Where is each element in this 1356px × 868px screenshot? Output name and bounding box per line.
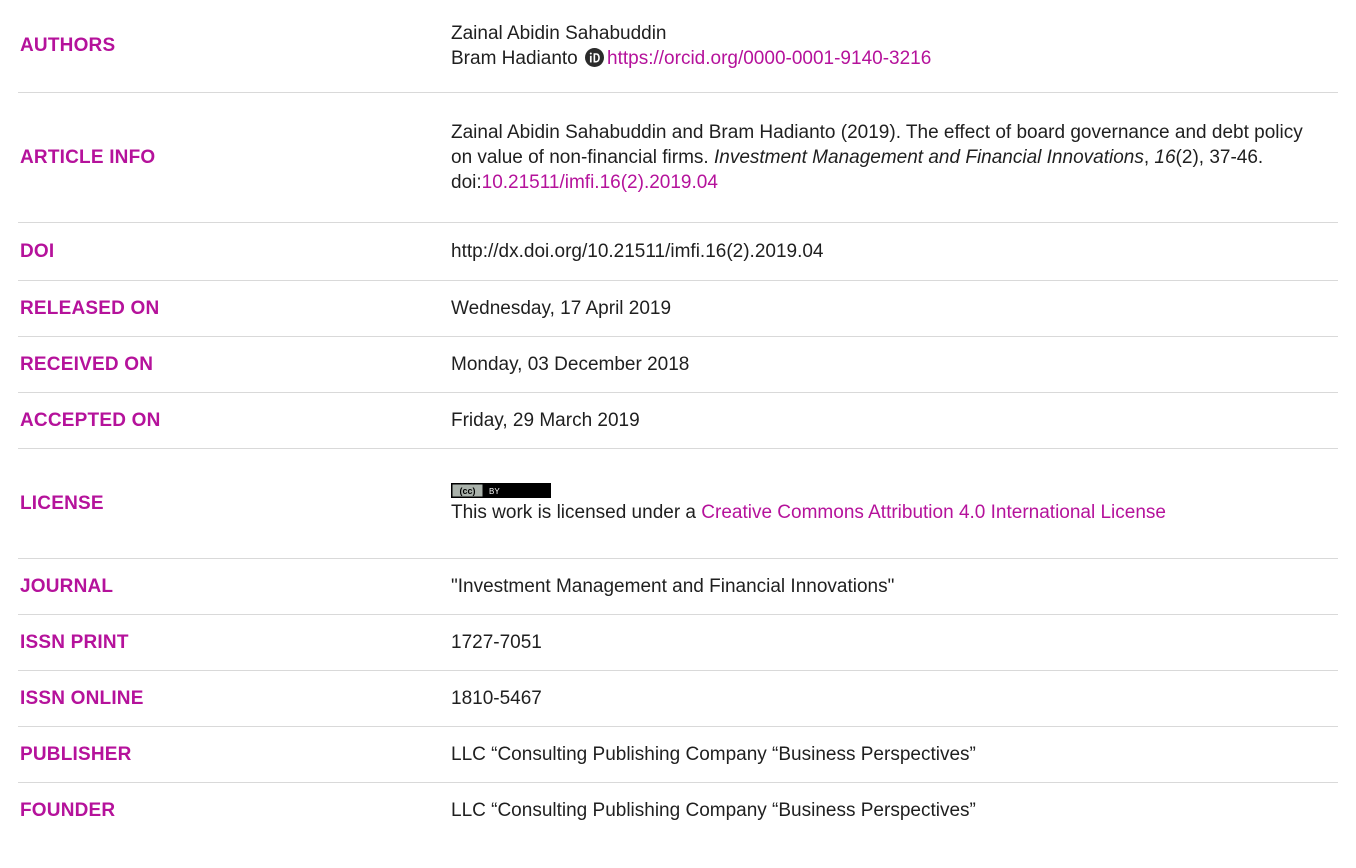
- publisher-label: PUBLISHER: [20, 743, 132, 765]
- license-text: This work is licensed under a: [451, 502, 702, 523]
- orcid-link[interactable]: https://orcid.org/0000-0001-9140-3216: [607, 48, 931, 69]
- founder-label: FOUNDER: [20, 799, 116, 821]
- row-journal: JOURNAL "Investment Management and Finan…: [18, 558, 1338, 614]
- citation-doi-link[interactable]: 10.21511/imfi.16(2).2019.04: [482, 172, 718, 193]
- license-label: LICENSE: [20, 492, 104, 514]
- article-info-value: Zainal Abidin Sahabuddin and Bram Hadian…: [451, 92, 1338, 222]
- authors-label: AUTHORS: [20, 35, 116, 57]
- row-publisher: PUBLISHER LLC “Consulting Publishing Com…: [18, 726, 1338, 782]
- issn-online-label: ISSN ONLINE: [20, 687, 144, 709]
- row-article-info: ARTICLE INFO Zainal Abidin Sahabuddin an…: [18, 92, 1338, 222]
- doi-label: DOI: [20, 240, 55, 262]
- released-on-label: RELEASED ON: [20, 297, 160, 319]
- journal-value: "Investment Management and Financial Inn…: [451, 575, 895, 597]
- article-info-page: AUTHORS Zainal Abidin Sahabuddin Bram Ha…: [0, 0, 1356, 868]
- by-text: BY: [489, 487, 500, 496]
- row-issn-print: ISSN PRINT 1727-7051: [18, 614, 1338, 670]
- accepted-on-value: Friday, 29 March 2019: [451, 409, 640, 431]
- founder-value: LLC “Consulting Publishing Company “Busi…: [451, 799, 976, 821]
- license-link[interactable]: Creative Commons Attribution 4.0 Interna…: [701, 502, 1166, 523]
- issn-print-value: 1727-7051: [451, 631, 542, 653]
- received-on-value: Monday, 03 December 2018: [451, 353, 690, 375]
- accepted-on-label: ACCEPTED ON: [20, 409, 161, 431]
- row-doi: DOI http://dx.doi.org/10.21511/imfi.16(2…: [18, 222, 1338, 280]
- cc-text: (cc): [459, 486, 475, 496]
- row-issn-online: ISSN ONLINE 1810-5467: [18, 670, 1338, 726]
- row-license: LICENSE (cc) BY This work is licensed un…: [18, 448, 1338, 558]
- orcid-icon[interactable]: [585, 47, 605, 67]
- author-name: Zainal Abidin Sahabuddin: [451, 22, 667, 44]
- publisher-value: LLC “Consulting Publishing Company “Busi…: [451, 743, 976, 765]
- citation-journal: Investment Management and Financial Inno…: [713, 146, 1144, 168]
- released-on-value: Wednesday, 17 April 2019: [451, 297, 672, 319]
- issn-print-label: ISSN PRINT: [20, 631, 129, 653]
- doi-value: http://dx.doi.org/10.21511/imfi.16(2).20…: [451, 240, 824, 262]
- issn-online-value: 1810-5467: [451, 687, 542, 709]
- author-name: Bram Hadianto: [451, 47, 578, 69]
- journal-label: JOURNAL: [20, 575, 114, 597]
- row-accepted-on: ACCEPTED ON Friday, 29 March 2019: [18, 392, 1338, 448]
- citation-doi-prefix: doi:: [451, 171, 482, 193]
- authors-value: Zainal Abidin Sahabuddin Bram Hadianto h…: [451, 0, 1338, 92]
- row-released-on: RELEASED ON Wednesday, 17 April 2019: [18, 280, 1338, 336]
- article-info-label: ARTICLE INFO: [20, 146, 156, 168]
- citation-volume: 16: [1154, 146, 1176, 168]
- license-value: (cc) BY This work is licensed under a Cr…: [451, 448, 1338, 558]
- citation-separator: ,: [1143, 146, 1155, 168]
- row-authors: AUTHORS Zainal Abidin Sahabuddin Bram Ha…: [18, 0, 1338, 92]
- cc-by-badge-icon[interactable]: (cc) BY: [451, 483, 551, 498]
- received-on-label: RECEIVED ON: [20, 353, 154, 375]
- row-founder: FOUNDER LLC “Consulting Publishing Compa…: [18, 782, 1338, 838]
- article-info-table: AUTHORS Zainal Abidin Sahabuddin Bram Ha…: [18, 0, 1338, 838]
- row-received-on: RECEIVED ON Monday, 03 December 2018: [18, 336, 1338, 392]
- citation-issue-pages: (2), 37-46.: [1175, 146, 1264, 168]
